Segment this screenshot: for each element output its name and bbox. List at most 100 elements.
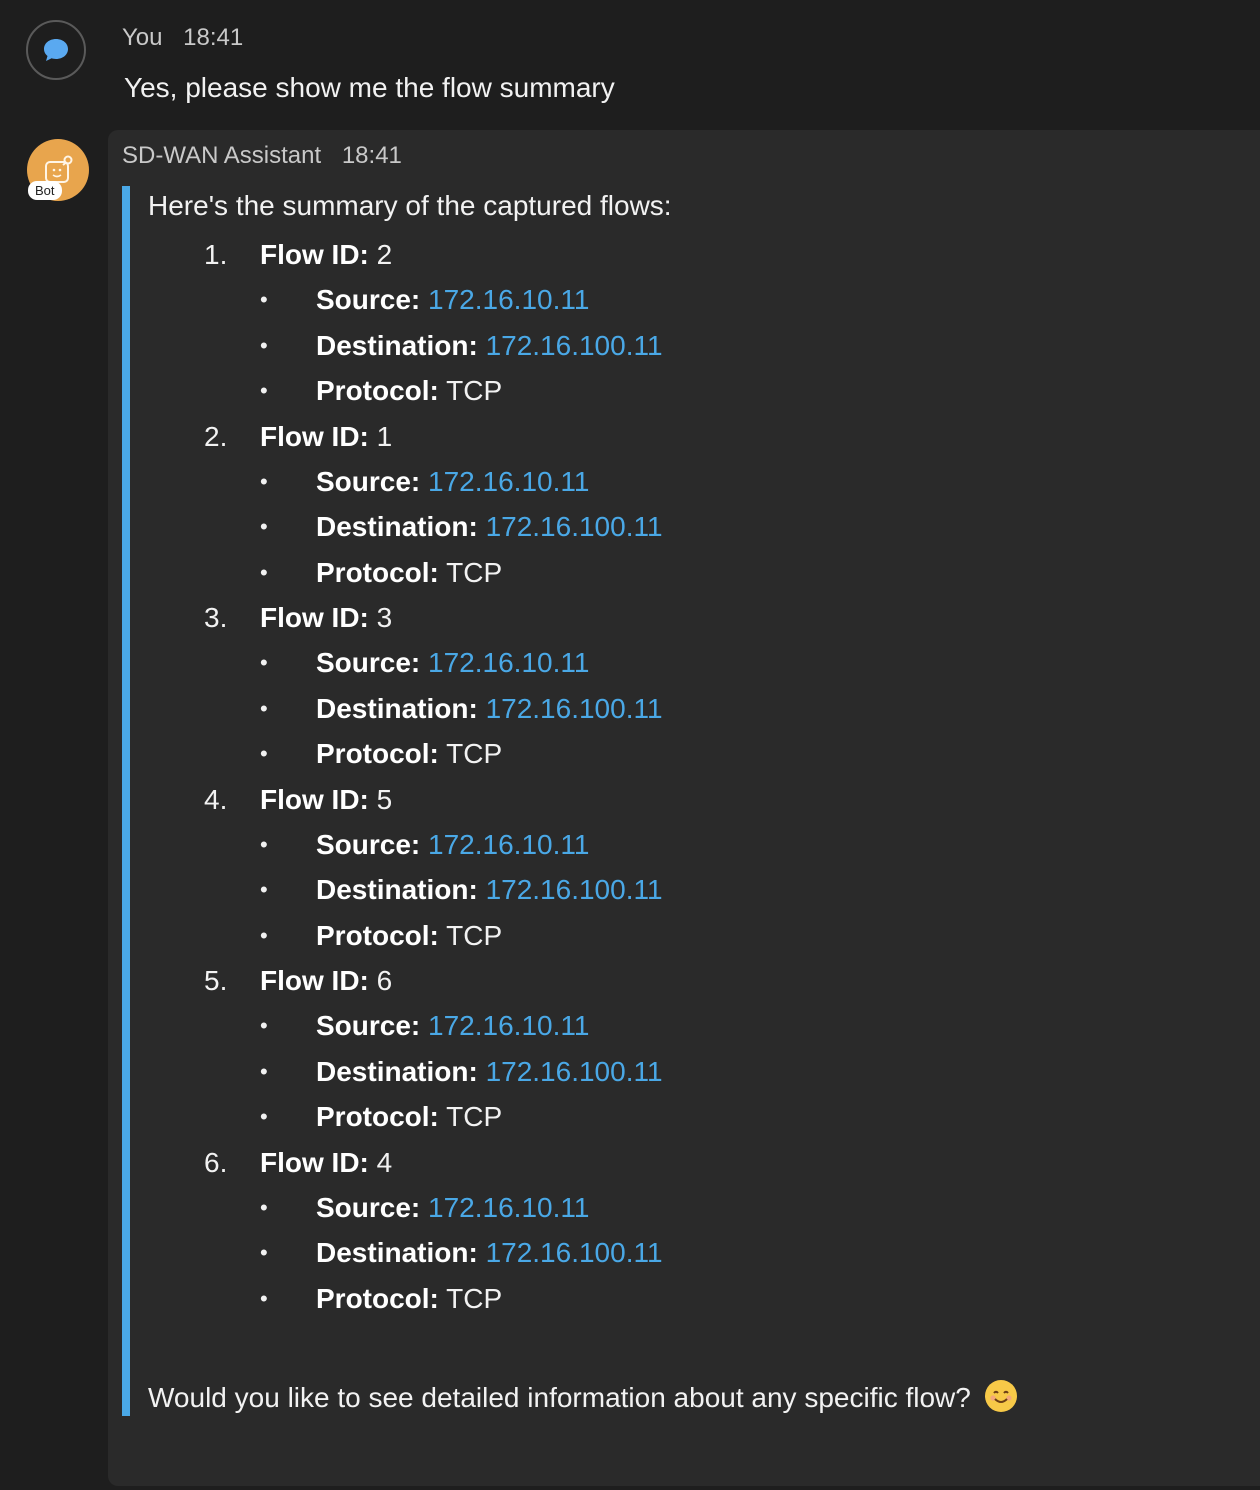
flow-item: 2. Flow ID: 1 (148, 414, 1148, 459)
flow-number: 4. (204, 783, 228, 815)
bullet-icon: • (260, 1104, 268, 1129)
bot-badge: Bot (28, 181, 62, 200)
bullet-icon: • (260, 831, 268, 857)
flow-protocol-row: • Protocol: TCP (148, 1094, 1148, 1140)
flow-number: 5. (204, 965, 228, 996)
bullet-icon: • (260, 1058, 268, 1084)
flow-destination-label: Destination: (316, 874, 478, 905)
flow-id-label: Flow ID: (260, 602, 369, 633)
flow-number: 6. (204, 1146, 228, 1178)
flow-id-line: Flow ID: 3 (260, 595, 392, 640)
closing-text: Would you like to see detailed informati… (148, 1382, 971, 1413)
flow-id-label: Flow ID: (260, 1146, 369, 1178)
flow-destination-row: • Destination: 172.16.100.11 (148, 323, 1148, 369)
flow-source-value[interactable]: 172.16.10.11 (428, 284, 589, 315)
flow-source-value[interactable]: 172.16.10.11 (428, 1010, 589, 1041)
flow-protocol-label: Protocol: (316, 919, 439, 951)
flow-id-label: Flow ID: (260, 420, 369, 452)
flow-source-label: Source: (316, 828, 421, 860)
bullet-icon: • (260, 695, 268, 721)
flow-destination-label: Destination: (316, 1237, 478, 1268)
bullet-icon: • (260, 877, 268, 902)
flow-source-label: Source: (316, 1010, 421, 1041)
flow-protocol-line: Protocol: TCP (316, 1094, 502, 1140)
flow-source-line: Source: 172.16.10.11 (316, 1185, 589, 1231)
flow-protocol-line: Protocol: TCP (316, 731, 502, 777)
flow-id-label: Flow ID: (260, 239, 369, 270)
flow-protocol-label: Protocol: (316, 738, 439, 769)
flow-protocol-value: TCP (446, 1282, 503, 1314)
bullet-icon: • (260, 650, 268, 675)
flow-source-row: • Source: 172.16.10.11 (148, 640, 1148, 686)
flow-number: 2. (204, 420, 228, 452)
flow-protocol-line: Protocol: TCP (316, 913, 502, 959)
flow-protocol-value: TCP (446, 556, 503, 588)
flow-destination-line: Destination: 172.16.100.11 (316, 867, 663, 913)
flow-source-row: • Source: 172.16.10.11 (148, 459, 1148, 505)
flow-destination-label: Destination: (316, 329, 478, 361)
flow-destination-value[interactable]: 172.16.100.11 (486, 693, 663, 724)
chat-bubble-icon (44, 39, 68, 61)
flow-id-value: 1 (376, 420, 393, 452)
flow-id-value: 4 (376, 1146, 393, 1178)
flow-source-label: Source: (316, 647, 421, 678)
flow-protocol-value: TCP (446, 1101, 503, 1132)
flow-protocol-row: • Protocol: TCP (148, 550, 1148, 596)
flow-source-row: • Source: 172.16.10.11 (148, 822, 1148, 868)
flow-source-row: • Source: 172.16.10.11 (148, 1185, 1148, 1231)
flow-source-value[interactable]: 172.16.10.11 (428, 647, 589, 678)
flow-source-value[interactable]: 172.16.10.11 (428, 466, 589, 497)
user-message-header: You 18:41 (122, 24, 243, 52)
flow-protocol-label: Protocol: (316, 556, 439, 588)
bullet-icon: • (260, 514, 268, 539)
flow-number: 1. (204, 239, 228, 270)
flow-destination-label: Destination: (316, 511, 478, 542)
flow-source-row: • Source: 172.16.10.11 (148, 277, 1148, 323)
flow-item: 6. Flow ID: 4 (148, 1140, 1148, 1185)
flow-id-line: Flow ID: 5 (260, 777, 392, 822)
flow-source-line: Source: 172.16.10.11 (316, 822, 589, 868)
flow-source-line: Source: 172.16.10.11 (316, 1003, 589, 1049)
bot-closing-text: Would you like to see detailed informati… (148, 1380, 1017, 1414)
flow-destination-row: • Destination: 172.16.100.11 (148, 686, 1148, 732)
flow-protocol-row: • Protocol: TCP (148, 913, 1148, 959)
bullet-icon: • (260, 468, 268, 494)
flow-protocol-row: • Protocol: TCP (148, 368, 1148, 414)
bot-author[interactable]: SD-WAN Assistant (122, 142, 321, 169)
bot-timestamp: 18:41 (341, 142, 402, 169)
flow-destination-label: Destination: (316, 1055, 478, 1087)
flow-destination-value[interactable]: 172.16.100.11 (486, 330, 663, 361)
flow-destination-row: • Destination: 172.16.100.11 (148, 1230, 1148, 1276)
flow-source-value[interactable]: 172.16.10.11 (428, 1192, 589, 1223)
flow-destination-value[interactable]: 172.16.100.11 (486, 511, 663, 542)
flow-id-line: Flow ID: 2 (260, 232, 392, 277)
flow-source-value[interactable]: 172.16.10.11 (428, 829, 589, 860)
flow-destination-row: • Destination: 172.16.100.11 (148, 867, 1148, 913)
bullet-icon: • (260, 922, 268, 948)
flow-item: 4. Flow ID: 5 (148, 777, 1148, 822)
flow-destination-value[interactable]: 172.16.100.11 (486, 1237, 663, 1268)
flow-destination-line: Destination: 172.16.100.11 (316, 1049, 663, 1095)
bullet-icon: • (260, 378, 268, 403)
bullet-icon: • (260, 332, 268, 358)
flow-destination-value[interactable]: 172.16.100.11 (486, 874, 663, 905)
flow-id-value: 3 (376, 602, 393, 633)
flow-id-value: 2 (376, 239, 393, 270)
bullet-icon: • (260, 741, 268, 766)
flow-id-line: Flow ID: 6 (260, 958, 392, 1003)
flow-id-line: Flow ID: 1 (260, 414, 392, 459)
flow-id-line: Flow ID: 4 (260, 1140, 392, 1185)
flow-source-label: Source: (316, 465, 421, 497)
flow-source-line: Source: 172.16.10.11 (316, 459, 589, 505)
flow-protocol-row: • Protocol: TCP (148, 731, 1148, 777)
user-timestamp: 18:41 (183, 24, 244, 51)
user-author[interactable]: You (122, 24, 163, 51)
chat-thread: You 18:41 Yes, please show me the flow s… (0, 0, 1260, 1490)
flow-destination-row: • Destination: 172.16.100.11 (148, 1049, 1148, 1095)
bot-message-header: SD-WAN Assistant 18:41 (122, 142, 402, 170)
flow-destination-value[interactable]: 172.16.100.11 (486, 1056, 663, 1087)
user-avatar[interactable] (26, 20, 86, 80)
flow-item: 1. Flow ID: 2 (148, 232, 1148, 277)
flow-number: 3. (204, 602, 228, 633)
flow-destination-line: Destination: 172.16.100.11 (316, 504, 663, 550)
